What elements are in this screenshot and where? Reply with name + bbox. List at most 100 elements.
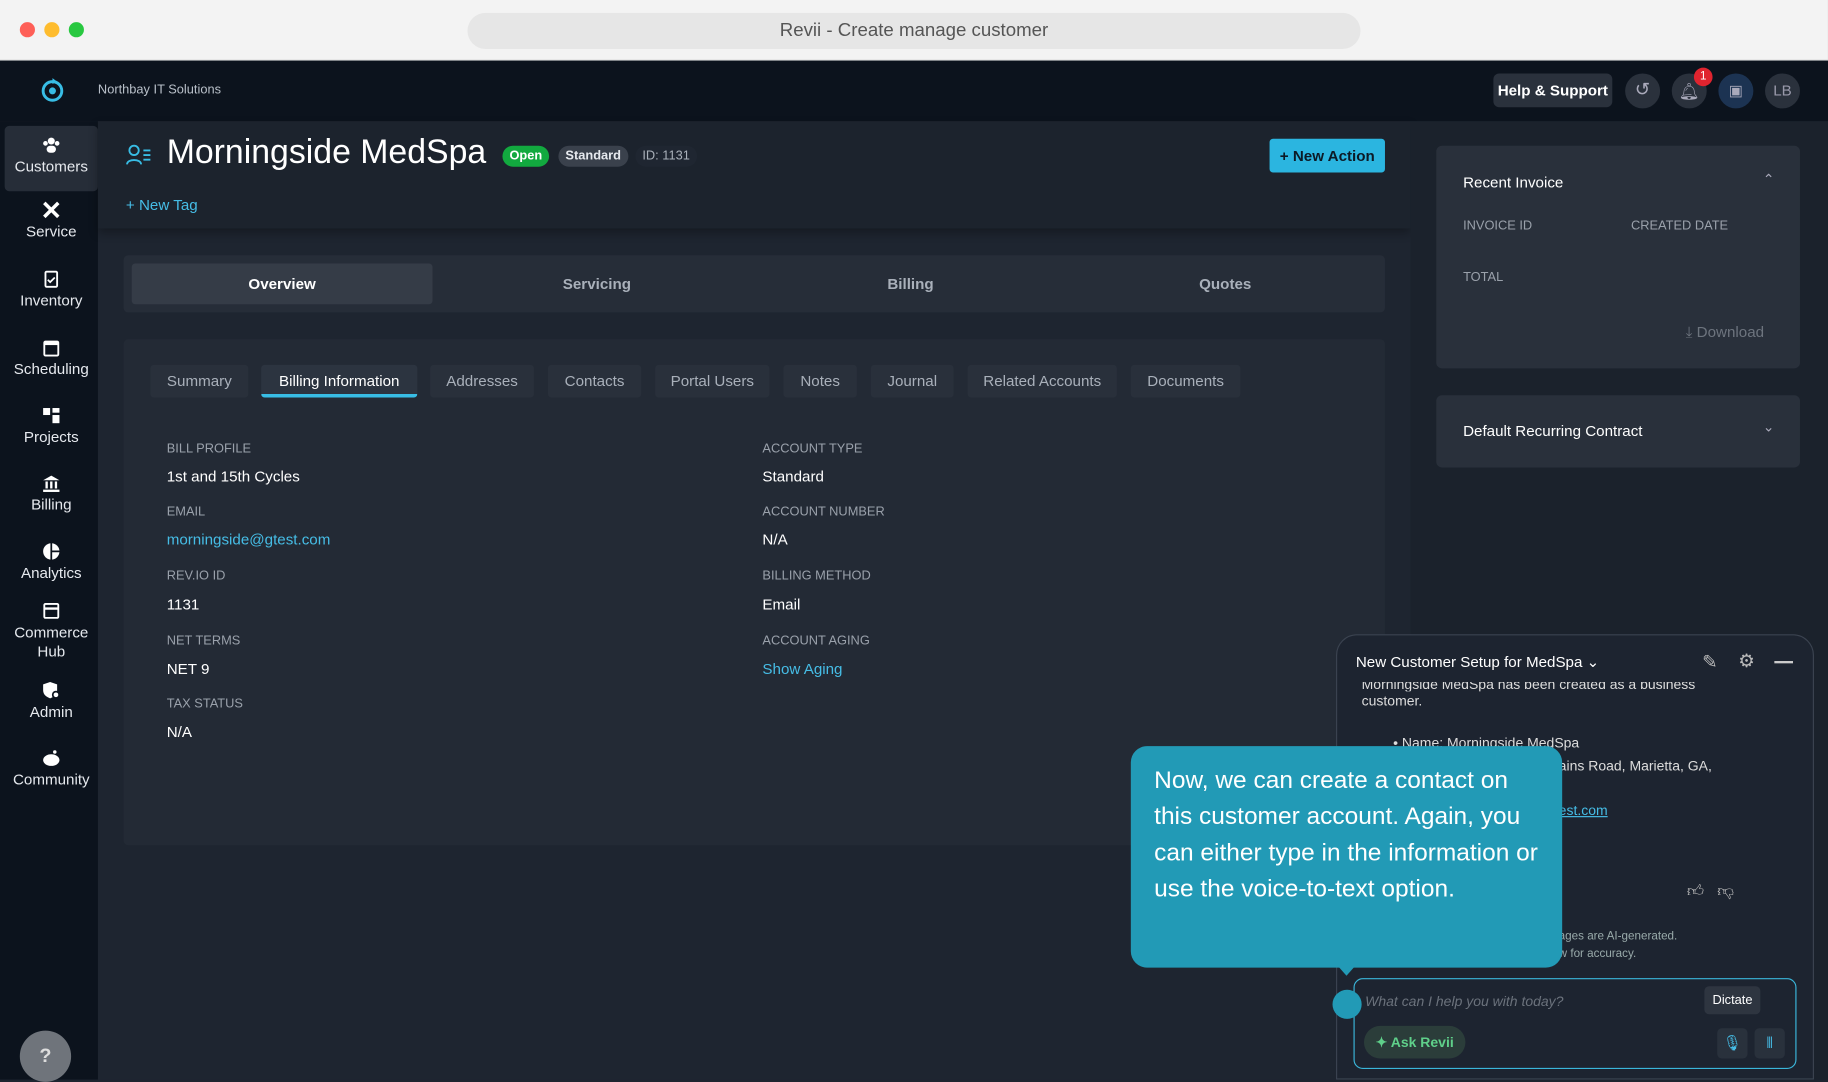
thumbs-up-icon[interactable]: 👍︎	[1687, 881, 1704, 901]
download-icon: ⤓	[1686, 323, 1693, 340]
subtab-summary[interactable]: Summary	[150, 365, 248, 398]
bill-profile-label: Bill Profile	[167, 442, 251, 456]
notification-badge: 1	[1694, 68, 1713, 87]
revii-logo-icon[interactable]	[40, 76, 66, 104]
email-link[interactable]: morningside@gtest.com	[167, 530, 331, 547]
new-action-button[interactable]: + New Action	[1270, 139, 1385, 173]
tooltip-arrow	[1338, 966, 1354, 975]
account-type-value: Standard	[762, 467, 824, 484]
chat-input-box[interactable]: What can I help you with today? Dictate …	[1353, 978, 1796, 1069]
total-header: TOTAL	[1463, 270, 1503, 284]
sidebar-item-projects[interactable]: Projects	[5, 406, 98, 446]
sidebar-item-customers[interactable]: Customers	[5, 126, 98, 191]
help-button[interactable]: ?	[20, 1031, 71, 1082]
minimize-chat-icon[interactable]	[1774, 661, 1793, 663]
email-label: Email	[167, 505, 205, 519]
chat-title-dropdown[interactable]: New Customer Setup for MedSpa ⌄	[1356, 653, 1600, 672]
dictate-tooltip: Dictate	[1704, 986, 1760, 1014]
sparkle-icon: ✦	[1376, 1034, 1388, 1050]
clipboard-icon	[42, 269, 61, 288]
net-terms-label: Net Terms	[167, 634, 241, 648]
tax-status-label: Tax Status	[167, 697, 243, 711]
tax-status-value: N/A	[167, 723, 192, 740]
invoice-id-header: INVOICE ID	[1463, 219, 1532, 233]
tab-billing[interactable]: Billing	[760, 263, 1061, 304]
customers-icon	[42, 135, 61, 154]
new-chat-edit-icon[interactable]: ✎	[1702, 651, 1718, 674]
revio-id-label: Rev.io ID	[167, 569, 226, 583]
subtab-notes[interactable]: Notes	[783, 365, 856, 398]
app-header: Northbay IT Solutions Help & Support ↺ 🔔…	[0, 61, 1828, 122]
account-number-value: N/A	[762, 530, 787, 547]
minimize-window-button[interactable]	[44, 22, 59, 37]
chat-input[interactable]: What can I help you with today?	[1365, 993, 1563, 1009]
maximize-window-button[interactable]	[69, 22, 84, 37]
recurring-contract-title: Default Recurring Contract	[1463, 422, 1642, 439]
thumbs-down-icon[interactable]: 👎︎	[1717, 881, 1734, 901]
projects-icon	[42, 406, 61, 425]
voice-waveform-icon[interactable]: ⦀	[1755, 1028, 1785, 1058]
chevron-down-icon: ⌄	[1587, 653, 1600, 670]
sidebar-item-inventory[interactable]: Inventory	[5, 269, 98, 309]
subtab-billing-information[interactable]: Billing Information	[261, 365, 417, 398]
walkthrough-tooltip: Now, we can create a contact on this cus…	[1131, 746, 1562, 968]
chat-email-link[interactable]: est.com	[1559, 802, 1608, 818]
show-aging-link[interactable]: Show Aging	[762, 660, 842, 677]
sidebar-item-billing[interactable]: Billing	[5, 473, 98, 513]
store-icon	[42, 602, 61, 621]
community-icon	[42, 748, 61, 767]
account-type-label: Account Type	[762, 442, 862, 456]
sidebar-item-analytics[interactable]: Analytics	[5, 542, 98, 582]
sidebar-item-admin[interactable]: Admin	[5, 681, 98, 721]
billing-method-value: Email	[762, 596, 800, 613]
download-button[interactable]: ⤓ Download	[1686, 323, 1764, 342]
subtab-documents[interactable]: Documents	[1131, 365, 1241, 398]
new-tag-button[interactable]: + New Tag	[126, 196, 198, 213]
bank-icon	[42, 473, 61, 492]
dashboard-icon[interactable]: ▣	[1718, 73, 1753, 108]
account-aging-label: Account Aging	[762, 634, 869, 648]
revio-id-value: 1131	[167, 596, 200, 613]
main-tabs: Overview Servicing Billing Quotes	[124, 255, 1385, 312]
sidebar-item-community[interactable]: Community	[5, 748, 98, 788]
ai-disclaimer: ages are AI-generated.w for accuracy.	[1559, 928, 1678, 963]
microphone-icon[interactable]: 🎙︎	[1717, 1028, 1747, 1058]
sidebar: Customers Service Inventory Scheduling P…	[0, 121, 98, 1079]
close-window-button[interactable]	[20, 22, 35, 37]
chevron-up-icon[interactable]: ⌃	[1763, 171, 1775, 187]
tab-overview[interactable]: Overview	[132, 263, 433, 304]
admin-icon	[42, 681, 61, 700]
sidebar-item-commerce-hub[interactable]: Commerce Hub	[5, 602, 98, 661]
subtab-contacts[interactable]: Contacts	[548, 365, 641, 398]
user-avatar[interactable]: LB	[1765, 73, 1800, 108]
net-terms-value: NET 9	[167, 660, 210, 677]
tools-icon	[42, 201, 61, 220]
tab-quotes[interactable]: Quotes	[1075, 263, 1376, 304]
history-icon[interactable]: ↺	[1625, 73, 1660, 108]
default-recurring-contract-card[interactable]: Default Recurring Contract ⌄	[1436, 395, 1800, 467]
customer-profile-icon	[126, 145, 152, 166]
calendar-icon	[42, 338, 61, 357]
company-name: Northbay IT Solutions	[98, 83, 221, 97]
created-date-header: CREATED DATE	[1631, 219, 1728, 233]
chevron-down-icon[interactable]: ⌄	[1763, 419, 1775, 435]
tab-servicing[interactable]: Servicing	[447, 263, 748, 304]
subtab-portal-users[interactable]: Portal Users	[655, 365, 769, 398]
tour-hotspot[interactable]	[1333, 990, 1362, 1019]
customer-id-badge: ID: 1131	[635, 146, 697, 167]
customer-name: Morningside MedSpa	[167, 134, 486, 172]
recent-invoice-card: Recent Invoice ⌃ INVOICE ID CREATED DATE…	[1436, 146, 1800, 369]
ask-revii-button[interactable]: ✦ Ask Revii	[1364, 1026, 1465, 1059]
billing-method-label: Billing Method	[762, 569, 870, 583]
bill-profile-value: 1st and 15th Cycles	[167, 467, 300, 484]
chat-message: Morningside MedSpa has been created as a…	[1362, 682, 1696, 710]
sidebar-item-service[interactable]: Service	[5, 201, 98, 241]
subtab-addresses[interactable]: Addresses	[430, 365, 534, 398]
subtab-related-accounts[interactable]: Related Accounts	[968, 365, 1117, 398]
settings-sliders-icon[interactable]: ⚙︎	[1738, 649, 1755, 672]
chat-bullet-address: ains Road, Marietta, GA,	[1559, 758, 1712, 774]
window-titlebar: Revii - Create manage customer	[0, 0, 1828, 61]
subtab-journal[interactable]: Journal	[871, 365, 954, 398]
sidebar-item-scheduling[interactable]: Scheduling	[5, 338, 98, 378]
help-support-button[interactable]: Help & Support	[1493, 73, 1612, 107]
